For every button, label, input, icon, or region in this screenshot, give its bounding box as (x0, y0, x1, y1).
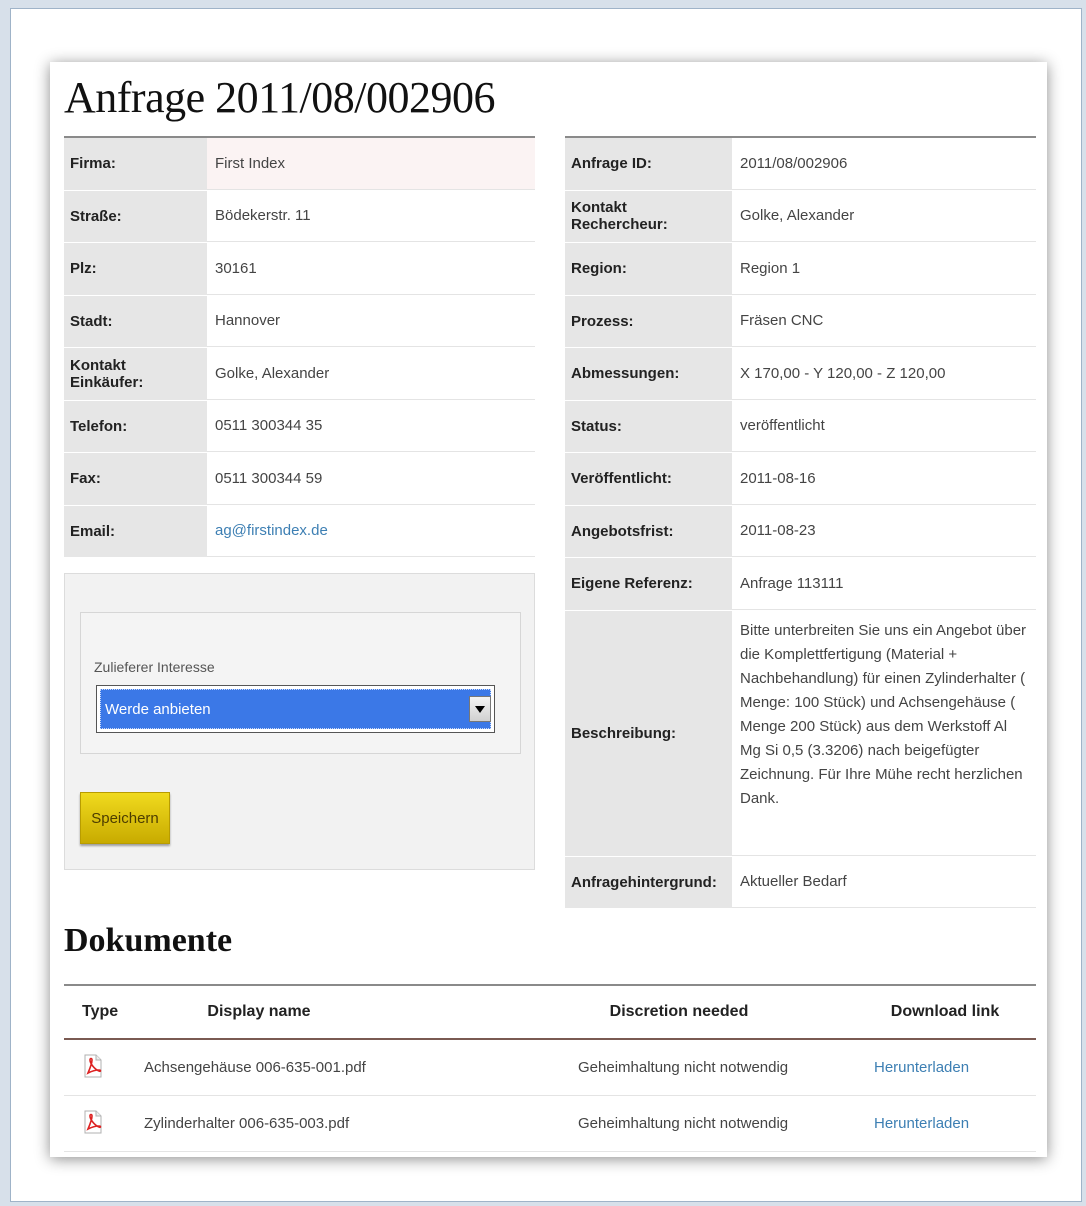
info-row-kontakt-einkaeufer: Kontakt Einkäufer: Golke, Alexander (64, 348, 535, 401)
info-value: 2011-08-16 (732, 453, 1036, 505)
info-label: Firma: (64, 138, 207, 190)
info-label: Telefon: (64, 400, 207, 452)
documents-table: Type Display name Discretion needed Down… (64, 984, 1036, 1152)
info-label: Eigene Referenz: (565, 558, 732, 610)
info-label: Prozess: (565, 295, 732, 347)
info-value: 2011-08-23 (732, 505, 1036, 557)
info-row-anfrage-id: Anfrage ID: 2011/08/002906 (565, 138, 1036, 191)
info-row-fax: Fax: 0511 300344 59 (64, 453, 535, 506)
info-row-strasse: Straße: Bödekerstr. 11 (64, 190, 535, 243)
info-row-email: Email: ag@firstindex.de (64, 505, 535, 558)
table-row: Zylinderhalter 006-635-003.pdf Geheimhal… (64, 1096, 1036, 1152)
info-row-status: Status: veröffentlicht (565, 400, 1036, 453)
info-label: Region: (565, 243, 732, 295)
supplier-interest-select[interactable]: Werde anbieten (96, 685, 495, 733)
info-label: Beschreibung: (565, 610, 732, 856)
info-value: 0511 300344 35 (207, 400, 535, 452)
info-row-veroeffentlicht: Veröffentlicht: 2011-08-16 (565, 453, 1036, 506)
selected-option: Werde anbieten (100, 689, 491, 729)
info-row-beschreibung: Beschreibung: Bitte unterbreiten Sie uns… (565, 610, 1036, 857)
info-row-firma: Firma: First Index (64, 138, 535, 191)
documents-table-header: Type Display name Discretion needed Down… (64, 986, 1036, 1040)
supplier-interest-fieldset: Zulieferer Interesse Werde anbieten (80, 612, 521, 754)
info-row-plz: Plz: 30161 (64, 243, 535, 296)
info-row-anfragehintergrund: Anfragehintergrund: Aktueller Bedarf (565, 856, 1036, 909)
info-value: 30161 (207, 243, 535, 295)
info-label: Stadt: (64, 295, 207, 347)
info-value: Anfrage 113111 (732, 558, 1036, 610)
info-value: X 170,00 - Y 120,00 - Z 120,00 (732, 348, 1036, 400)
info-label: Plz: (64, 243, 207, 295)
info-label: Straße: (64, 190, 207, 242)
dropdown-arrow-icon[interactable] (469, 696, 491, 722)
info-row-telefon: Telefon: 0511 300344 35 (64, 400, 535, 453)
info-row-prozess: Prozess: Fräsen CNC (565, 295, 1036, 348)
info-value: Bödekerstr. 11 (207, 190, 535, 242)
request-info-table: Anfrage ID: 2011/08/002906 Kontakt Reche… (565, 136, 1036, 909)
supplier-interest-panel: Zulieferer Interesse Werde anbieten Spei… (64, 573, 535, 870)
info-label: Anfrage ID: (565, 138, 732, 190)
info-label: Kontakt Einkäufer: (64, 348, 207, 400)
download-link[interactable]: Herunterladen (874, 1115, 969, 1132)
email-link[interactable]: ag@firstindex.de (207, 505, 535, 557)
supplier-interest-label: Zulieferer Interesse (94, 659, 215, 675)
info-row-kontakt-rechercheur: Kontakt Rechercheur: Golke, Alexander (565, 190, 1036, 243)
info-label: Veröffentlicht: (565, 453, 732, 505)
info-label: Fax: (64, 453, 207, 505)
info-value: First Index (207, 138, 535, 190)
save-button[interactable]: Speichern (80, 792, 170, 844)
info-value: veröffentlicht (732, 400, 1036, 452)
info-row-angebotsfrist: Angebotsfrist: 2011-08-23 (565, 505, 1036, 558)
description-text: Bitte unterbreiten Sie uns ein Angebot ü… (732, 610, 1036, 856)
pdf-icon (82, 1110, 104, 1134)
request-card: Anfrage 2011/08/002906 Firma: First Inde… (50, 62, 1047, 1157)
info-value: Fräsen CNC (732, 295, 1036, 347)
info-label: Abmessungen: (565, 348, 732, 400)
column-header-type: Type (82, 1003, 119, 1020)
info-value: 2011/08/002906 (732, 138, 1036, 190)
table-row: Achsengehäuse 006-635-001.pdf Geheimhalt… (64, 1040, 1036, 1096)
document-name: Achsengehäuse 006-635-001.pdf (144, 1059, 366, 1076)
info-row-eigene-referenz: Eigene Referenz: Anfrage 113111 (565, 558, 1036, 611)
info-value: Golke, Alexander (732, 190, 1036, 242)
info-label: Anfragehintergrund: (565, 856, 732, 908)
documents-title: Dokumente (64, 922, 233, 959)
info-label: Kontakt Rechercheur: (565, 190, 732, 242)
info-value: Aktueller Bedarf (732, 856, 1036, 908)
column-header-discretion: Discretion needed (609, 1003, 749, 1020)
info-value: Hannover (207, 295, 535, 347)
download-link[interactable]: Herunterladen (874, 1059, 969, 1076)
info-row-abmessungen: Abmessungen: X 170,00 - Y 120,00 - Z 120… (565, 348, 1036, 401)
info-row-stadt: Stadt: Hannover (64, 295, 535, 348)
document-discretion: Geheimhaltung nicht notwendig (578, 1059, 789, 1076)
info-value: Region 1 (732, 243, 1036, 295)
info-value: Golke, Alexander (207, 348, 535, 400)
column-header-download: Download link (890, 1003, 1000, 1020)
page-title: Anfrage 2011/08/002906 (64, 73, 495, 122)
info-label: Email: (64, 505, 207, 557)
buyer-info-table: Firma: First Index Straße: Bödekerstr. 1… (64, 136, 535, 558)
pdf-icon (82, 1054, 104, 1078)
info-label: Angebotsfrist: (565, 505, 732, 557)
info-row-region: Region: Region 1 (565, 243, 1036, 296)
document-name: Zylinderhalter 006-635-003.pdf (144, 1115, 350, 1132)
column-header-display-name: Display name (207, 1003, 311, 1020)
info-label: Status: (565, 400, 732, 452)
info-value: 0511 300344 59 (207, 453, 535, 505)
document-discretion: Geheimhaltung nicht notwendig (578, 1115, 789, 1132)
